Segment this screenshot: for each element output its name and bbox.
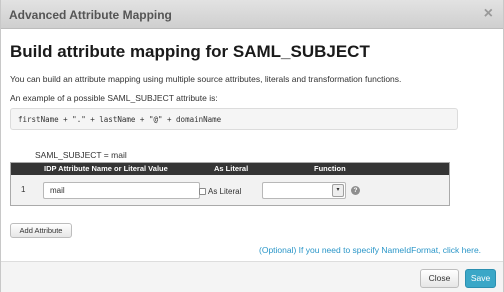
help-icon[interactable]: ? — [351, 186, 360, 195]
attribute-mapping-modal: Advanced Attribute Mapping × Build attri… — [0, 0, 504, 292]
close-icon[interactable]: × — [484, 4, 493, 24]
example-code: firstName + "." + lastName + "@" + domai… — [18, 115, 222, 124]
attribute-name-value: mail — [50, 186, 65, 195]
modal-footer: Close Save — [1, 261, 503, 292]
example-code-block: firstName + "." + lastName + "@" + domai… — [10, 108, 458, 130]
close-button[interactable]: Close — [420, 269, 459, 288]
column-header-literal: As Literal — [214, 164, 249, 173]
as-literal-checkbox[interactable] — [199, 188, 206, 195]
subject-mapping-preview: SAML_SUBJECT = mail — [35, 150, 127, 160]
modal-header: Advanced Attribute Mapping × — [1, 0, 503, 29]
add-attribute-button[interactable]: Add Attribute — [10, 223, 72, 238]
attribute-mapping-table: IDP Attribute Name or Literal Value As L… — [10, 162, 450, 206]
column-header-function: Function — [314, 164, 346, 173]
modal-title: Advanced Attribute Mapping — [9, 8, 172, 22]
chevron-down-icon: ▾ — [332, 184, 344, 197]
attribute-name-input[interactable]: mail — [43, 182, 200, 199]
as-literal-label[interactable]: As Literal — [208, 187, 241, 196]
row-index: 1 — [21, 185, 26, 194]
table-row: 1 mail As Literal ▾ ? — [11, 175, 449, 205]
column-header-attribute: IDP Attribute Name or Literal Value — [44, 164, 168, 173]
table-header: IDP Attribute Name or Literal Value As L… — [11, 163, 449, 175]
example-intro-text: An example of a possible SAML_SUBJECT at… — [10, 93, 218, 103]
nameid-format-link[interactable]: (Optional) If you need to specify NameId… — [259, 245, 481, 255]
page-title: Build attribute mapping for SAML_SUBJECT — [10, 42, 370, 61]
function-select[interactable]: ▾ — [262, 182, 346, 199]
description-text: You can build an attribute mapping using… — [10, 74, 402, 84]
save-button[interactable]: Save — [465, 269, 496, 288]
